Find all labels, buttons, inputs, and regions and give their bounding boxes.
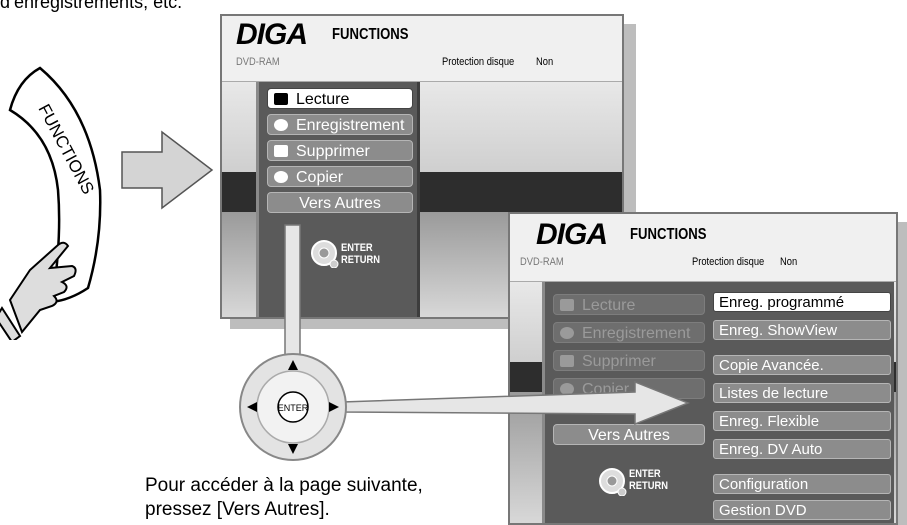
submenu-gestion-dvd[interactable]: Gestion DVD	[713, 500, 891, 520]
menu-item-supprimer[interactable]: Supprimer	[267, 140, 413, 161]
protection-label-2: Protection disque	[692, 256, 765, 268]
enter-button-label: ENTER	[278, 403, 309, 413]
caption-line-1: Pour accéder à la page suivante,	[145, 475, 423, 496]
play-icon	[274, 93, 288, 105]
screen1-header: DIGA FUNCTIONS DVD-RAM Protection disque…	[222, 16, 622, 82]
menu-item-lecture[interactable]: Lecture	[267, 88, 413, 109]
diga-logo: DIGA	[236, 18, 308, 51]
top-text: d’enregistrements, etc.	[0, 0, 183, 12]
submenu-configuration[interactable]: Configuration	[713, 474, 891, 494]
functions-remote-button[interactable]: FUNCTIONS	[0, 40, 120, 340]
protection-label: Protection disque	[442, 56, 515, 68]
dvd-ram-label: DVD-RAM	[236, 56, 280, 68]
submenu-enreg-dv-auto[interactable]: Enreg. DV Auto	[713, 439, 891, 459]
protection-value: Non	[536, 56, 554, 68]
menu-item-vers-autres[interactable]: Vers Autres	[267, 192, 413, 213]
submenu-listes-de-lecture[interactable]: Listes de lecture	[713, 383, 891, 403]
protection-value-2: Non	[780, 256, 798, 268]
submenu-enreg-programme[interactable]: Enreg. programmé	[713, 292, 891, 312]
enter-return-icon-2	[599, 468, 627, 496]
connector-vertical	[284, 224, 301, 361]
copy-icon	[274, 171, 288, 183]
enter-hint-2: ENTER RETURN	[629, 468, 668, 492]
navigation-pad-diagram: ENTER	[239, 224, 691, 461]
caption-line-2: pressez [Vers Autres].	[145, 499, 330, 520]
caption: Pour accéder à la page suivante, pressez…	[145, 474, 423, 522]
big-right-arrow	[121, 130, 214, 210]
submenu-enreg-flexible[interactable]: Enreg. Flexible	[713, 411, 891, 431]
functions-title: FUNCTIONS	[332, 26, 409, 43]
submenu-copie-avancee[interactable]: Copie Avancée.	[713, 355, 891, 375]
record-clock-icon	[274, 119, 288, 131]
submenu-enreg-showview[interactable]: Enreg. ShowView	[713, 320, 891, 340]
connector-arrow-right	[341, 380, 691, 426]
navigation-pad[interactable]: ENTER	[239, 353, 347, 461]
menu-item-copier[interactable]: Copier	[267, 166, 413, 187]
menu-item-enregistrement[interactable]: Enregistrement	[267, 114, 413, 135]
delete-icon	[274, 145, 288, 157]
